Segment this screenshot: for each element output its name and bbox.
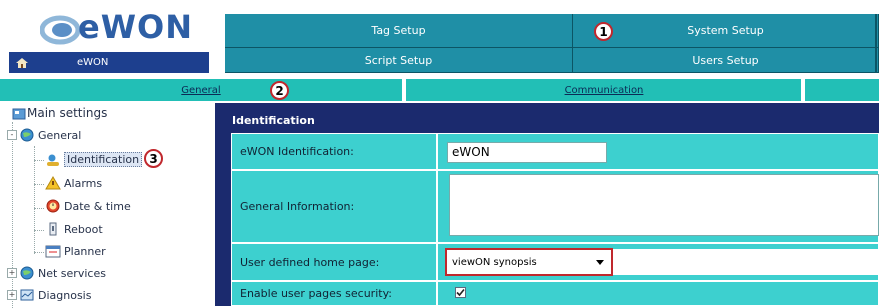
tree-item-date-time[interactable]: Date & time [45,199,131,213]
tree-root-label[interactable]: Main settings [27,106,107,120]
tree-item-label[interactable]: Net services [38,267,106,280]
tree-item-reboot[interactable]: Reboot [45,222,103,236]
subtab-divider [801,79,805,101]
tree-item-label[interactable]: Alarms [64,177,102,190]
checkmark-icon [456,288,465,297]
tree-item-label[interactable]: Diagnosis [38,289,91,302]
tree-item-general[interactable]: - General [7,128,81,142]
settings-tree: Main settings - General Identification A… [0,104,210,308]
expand-icon[interactable]: + [7,290,17,300]
logo-swoosh-icon [40,15,80,45]
tree-item-label[interactable]: Identification [64,152,143,167]
nav-divider [875,14,877,73]
collapse-icon[interactable]: - [7,130,17,140]
system-setup-button[interactable]: System Setup [573,14,879,48]
panel-title: Identification [232,114,315,127]
tree-item-label[interactable]: Date & time [64,200,131,213]
script-setup-button[interactable]: Script Setup [225,48,573,73]
network-globe-icon [20,266,34,280]
tree-item-label[interactable]: Reboot [64,223,103,236]
home-page-select[interactable]: viewON synopsis [445,248,613,276]
ewon-logo: eWON [40,8,193,48]
security-checkbox[interactable] [455,287,466,298]
security-cell [437,281,879,306]
clock-icon [46,199,60,213]
home-page-selected-value[interactable]: viewON synopsis [452,257,595,268]
diagnosis-icon [20,289,34,301]
tab-communication[interactable]: Communication [406,79,802,101]
callout-marker: 1 [594,22,613,41]
dropdown-arrow-icon[interactable] [595,258,605,266]
tree-item-identification[interactable]: Identification [45,152,143,167]
breadcrumb-bar[interactable]: eWON [9,52,209,73]
tree-root[interactable]: Main settings [12,106,107,120]
users-setup-button[interactable]: Users Setup [573,48,879,73]
settings-folder-icon [12,108,26,119]
general-info-label: General Information: [231,170,437,243]
reboot-icon [49,222,57,236]
callout-marker: 2 [270,81,289,100]
identification-icon [47,154,59,166]
alarm-icon [45,176,61,190]
tree-item-diagnosis[interactable]: + Diagnosis [7,288,91,302]
identification-input[interactable]: eWON [447,142,607,163]
tag-setup-button[interactable]: Tag Setup [225,14,573,48]
tab-general[interactable]: General [0,79,402,101]
tree-item-label[interactable]: General [38,129,81,142]
planner-icon [45,245,61,258]
tree-item-planner[interactable]: Planner [45,244,106,258]
expand-icon[interactable]: + [7,268,17,278]
identification-label: eWON Identification: [231,133,437,170]
globe-icon [20,128,34,142]
tree-item-net-services[interactable]: + Net services [7,266,106,280]
tree-item-label[interactable]: Planner [64,245,106,258]
logo-text: eWON [78,8,193,46]
home-page-label: User defined home page: [231,243,437,281]
home-icon[interactable] [15,57,29,69]
tree-item-alarms[interactable]: Alarms [45,176,102,190]
home-page-field [612,249,879,275]
general-info-textarea[interactable] [449,174,879,236]
security-label: Enable user pages security: [231,281,437,306]
breadcrumb-label[interactable]: eWON [77,57,108,68]
